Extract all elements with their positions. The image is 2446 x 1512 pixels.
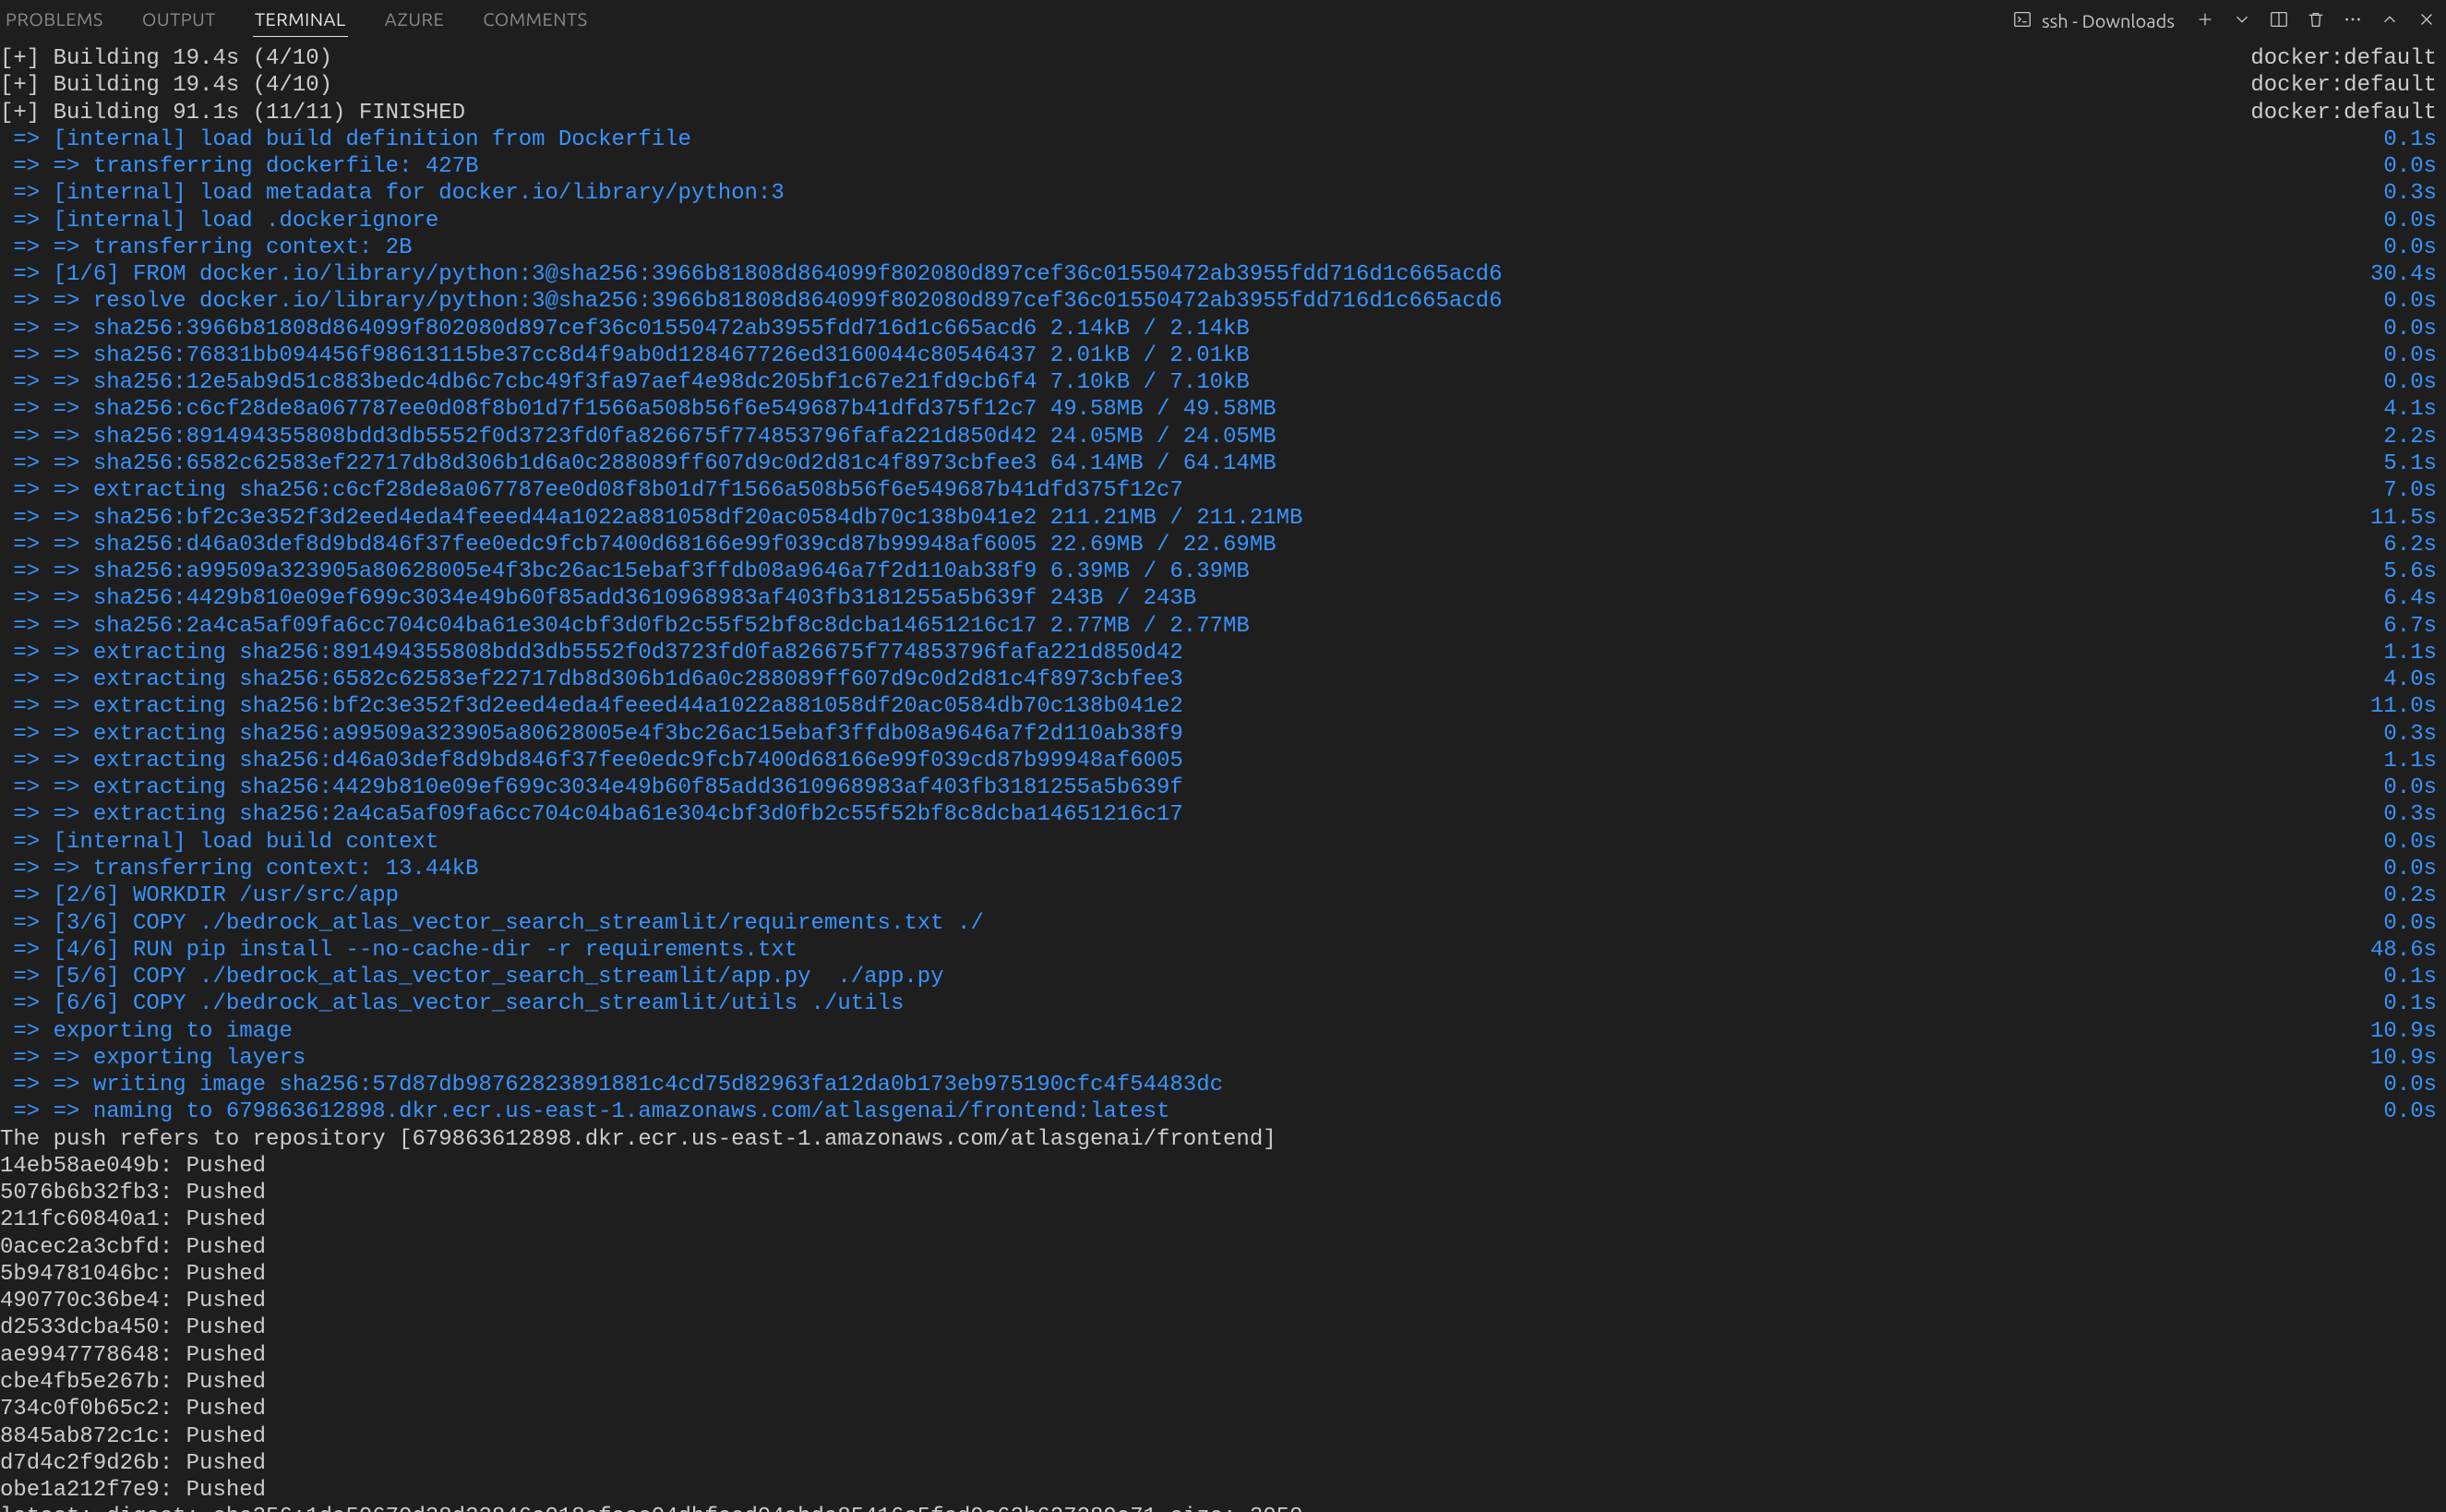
digest-line: latest: digest: sha256:1da50679d38d22846… bbox=[0, 1504, 2437, 1512]
push-layer-line: 490770c36be4: Pushed bbox=[0, 1288, 2437, 1314]
build-step-line: => [1/6] FROM docker.io/library/python:3… bbox=[0, 261, 2437, 288]
build-step-line: => [5/6] COPY ./bedrock_atlas_vector_sea… bbox=[0, 964, 2437, 990]
push-layer-line: 8845ab872c1c: Pushed bbox=[0, 1423, 2437, 1450]
push-layer-line: cbe4fb5e267b: Pushed bbox=[0, 1369, 2437, 1396]
build-step-line: => => sha256:a99509a323905a80628005e4f3b… bbox=[0, 558, 2437, 585]
panel-tabbar: PROBLEMS OUTPUT TERMINAL AZURE COMMENTS … bbox=[0, 0, 2446, 42]
panel-actions: ssh - Downloads bbox=[2012, 9, 2446, 32]
build-step-line: => => extracting sha256:891494355808bdd3… bbox=[0, 640, 2437, 666]
build-step-line: => => extracting sha256:a99509a323905a80… bbox=[0, 721, 2437, 748]
build-step-line: => => naming to 679863612898.dkr.ecr.us-… bbox=[0, 1098, 2437, 1125]
build-header-line: [+] Building 91.1s (11/11) FINISHEDdocke… bbox=[0, 100, 2437, 126]
push-layer-line: 0acec2a3cbfd: Pushed bbox=[0, 1234, 2437, 1261]
push-header-line: The push refers to repository [679863612… bbox=[0, 1126, 2437, 1153]
build-step-line: => => sha256:4429b810e09ef699c3034e49b60… bbox=[0, 585, 2437, 612]
terminal-dropdown-icon[interactable] bbox=[2232, 9, 2252, 32]
build-step-line: => => transferring context: 13.44kB0.0s bbox=[0, 856, 2437, 882]
build-step-line: => => extracting sha256:2a4ca5af09fa6cc7… bbox=[0, 801, 2437, 828]
build-step-line: => => writing image sha256:57d87db987628… bbox=[0, 1072, 2437, 1098]
build-step-line: => => sha256:76831bb094456f98613115be37c… bbox=[0, 342, 2437, 369]
terminal-selector[interactable]: ssh - Downloads bbox=[2012, 9, 2175, 32]
build-header-line: [+] Building 19.4s (4/10)docker:default bbox=[0, 45, 2437, 72]
terminal-selector-label: ssh - Downloads bbox=[2042, 11, 2175, 30]
split-terminal-icon[interactable] bbox=[2269, 9, 2289, 32]
build-step-line: => => sha256:6582c62583ef22717db8d306b1d… bbox=[0, 450, 2437, 477]
build-step-line: => [3/6] COPY ./bedrock_atlas_vector_sea… bbox=[0, 910, 2437, 937]
tab-terminal[interactable]: TERMINAL bbox=[253, 4, 348, 37]
build-step-line: => => sha256:2a4ca5af09fa6cc704c04ba61e3… bbox=[0, 613, 2437, 640]
build-step-line: => => sha256:d46a03def8d9bd846f37fee0edc… bbox=[0, 532, 2437, 558]
build-step-line: => => extracting sha256:bf2c3e352f3d2eed… bbox=[0, 693, 2437, 720]
build-step-line: => => sha256:3966b81808d864099f802080d89… bbox=[0, 316, 2437, 342]
build-step-line: => [internal] load build context0.0s bbox=[0, 829, 2437, 856]
build-step-line: => => extracting sha256:c6cf28de8a067787… bbox=[0, 477, 2437, 504]
push-layer-line: obe1a212f7e9: Pushed bbox=[0, 1477, 2437, 1504]
build-step-line: => => transferring context: 2B0.0s bbox=[0, 234, 2437, 261]
build-step-line: => [2/6] WORKDIR /usr/src/app0.2s bbox=[0, 882, 2437, 909]
tab-problems[interactable]: PROBLEMS bbox=[4, 4, 105, 37]
terminal-output[interactable]: [+] Building 19.4s (4/10)docker:default[… bbox=[0, 42, 2446, 1512]
build-step-line: => => sha256:891494355808bdd3db5552f0d37… bbox=[0, 424, 2437, 450]
build-step-line: => [6/6] COPY ./bedrock_atlas_vector_sea… bbox=[0, 990, 2437, 1017]
panel-tabs: PROBLEMS OUTPUT TERMINAL AZURE COMMENTS bbox=[0, 4, 590, 37]
build-header-line: [+] Building 19.4s (4/10)docker:default bbox=[0, 72, 2437, 99]
terminal-icon bbox=[2012, 9, 2032, 32]
build-step-line: => [internal] load build definition from… bbox=[0, 126, 2437, 153]
push-layer-line: d2533dcba450: Pushed bbox=[0, 1314, 2437, 1341]
push-layer-line: 14eb58ae049b: Pushed bbox=[0, 1153, 2437, 1180]
build-step-line: => => sha256:12e5ab9d51c883bedc4db6c7cbc… bbox=[0, 369, 2437, 396]
build-step-line: => => extracting sha256:4429b810e09ef699… bbox=[0, 774, 2437, 801]
new-terminal-icon[interactable] bbox=[2195, 9, 2215, 32]
build-step-line: => [internal] load metadata for docker.i… bbox=[0, 180, 2437, 207]
close-panel-icon[interactable] bbox=[2416, 9, 2437, 32]
build-step-line: => [internal] load .dockerignore0.0s bbox=[0, 208, 2437, 234]
tab-comments[interactable]: COMMENTS bbox=[481, 4, 589, 37]
maximize-panel-icon[interactable] bbox=[2380, 9, 2400, 32]
build-step-line: => => sha256:c6cf28de8a067787ee0d08f8b01… bbox=[0, 396, 2437, 423]
more-actions-icon[interactable] bbox=[2343, 9, 2363, 32]
build-step-line: => => transferring dockerfile: 427B0.0s bbox=[0, 153, 2437, 180]
build-step-line: => => resolve docker.io/library/python:3… bbox=[0, 288, 2437, 315]
build-step-line: => => sha256:bf2c3e352f3d2eed4eda4feeed4… bbox=[0, 505, 2437, 532]
build-step-line: => exporting to image10.9s bbox=[0, 1018, 2437, 1045]
build-step-line: => [4/6] RUN pip install --no-cache-dir … bbox=[0, 937, 2437, 964]
push-layer-line: d7d4c2f9d26b: Pushed bbox=[0, 1450, 2437, 1477]
build-step-line: => => extracting sha256:d46a03def8d9bd84… bbox=[0, 748, 2437, 774]
push-layer-line: 5b94781046bc: Pushed bbox=[0, 1261, 2437, 1288]
kill-terminal-icon[interactable] bbox=[2306, 9, 2326, 32]
push-layer-line: 211fc60840a1: Pushed bbox=[0, 1206, 2437, 1233]
push-layer-line: 5076b6b32fb3: Pushed bbox=[0, 1180, 2437, 1206]
push-layer-line: ae9947778648: Pushed bbox=[0, 1342, 2437, 1369]
tab-output[interactable]: OUTPUT bbox=[140, 4, 218, 37]
build-step-line: => => extracting sha256:6582c62583ef2271… bbox=[0, 666, 2437, 693]
tab-azure[interactable]: AZURE bbox=[383, 4, 447, 37]
terminal-panel: PROBLEMS OUTPUT TERMINAL AZURE COMMENTS … bbox=[0, 0, 2446, 1512]
push-layer-line: 734c0f0b65c2: Pushed bbox=[0, 1396, 2437, 1422]
build-step-line: => => exporting layers10.9s bbox=[0, 1045, 2437, 1072]
